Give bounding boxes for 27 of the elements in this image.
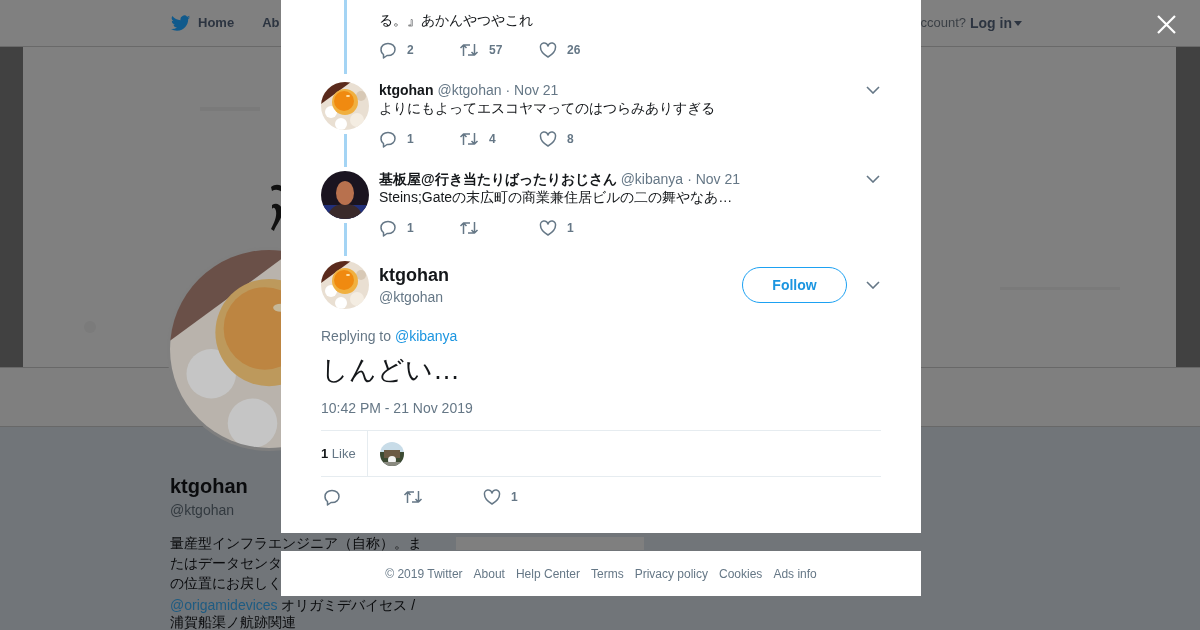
account-prompt: ccount? [920,14,966,33]
footer-link[interactable]: Cookies [719,564,763,583]
profile-name: ktgohan [170,474,248,499]
login-link[interactable]: Log in [970,12,1022,34]
bio-line: 浦賀船渠ノ航跡関連 [170,614,296,630]
action-count: 1 [511,489,518,506]
footer-link[interactable]: Terms [591,564,624,583]
reply-icon[interactable] [323,488,341,506]
likes-summary[interactable]: 1 Like [321,443,356,464]
footer-link[interactable]: Privacy policy [634,564,708,583]
profile-handle: @ktgohan [170,501,235,520]
retweet-icon[interactable] [403,488,423,506]
bio-line: の位置にお戻しく [170,574,282,593]
heart-icon[interactable] [483,488,501,506]
nav-link[interactable]: Home [198,13,235,33]
nav-link[interactable]: Ab [262,13,280,33]
caret-icon[interactable] [1014,20,1022,26]
bio-line: @origamidevices オリガミデバイセス / [170,597,416,614]
footer-link[interactable]: Ads info [773,564,817,583]
bio-line: たはデータセンタ [170,554,282,573]
tweet-text: る。』あかんやつやこれ [379,11,534,30]
footer-link[interactable]: About [473,564,505,583]
copyright-text: © 2019 Twitter [385,565,463,583]
tweet-timestamp: 10:42 PM - 21 Nov 2019 [321,399,474,418]
footer-link[interactable]: Help Center [515,564,580,583]
bio-line: 量産型インフラエンジニア（自称）。ま [170,535,422,551]
close-icon[interactable] [1157,15,1176,34]
